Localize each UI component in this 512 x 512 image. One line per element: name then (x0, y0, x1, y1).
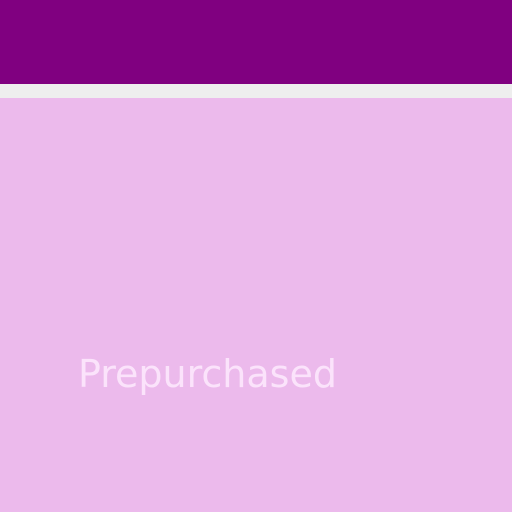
main-content: Prepurchased (0, 98, 512, 512)
prepurchased-label: Prepurchased (78, 352, 337, 396)
header-divider (0, 84, 512, 98)
top-app-bar (0, 0, 512, 84)
app-screen: Prepurchased (0, 0, 512, 512)
